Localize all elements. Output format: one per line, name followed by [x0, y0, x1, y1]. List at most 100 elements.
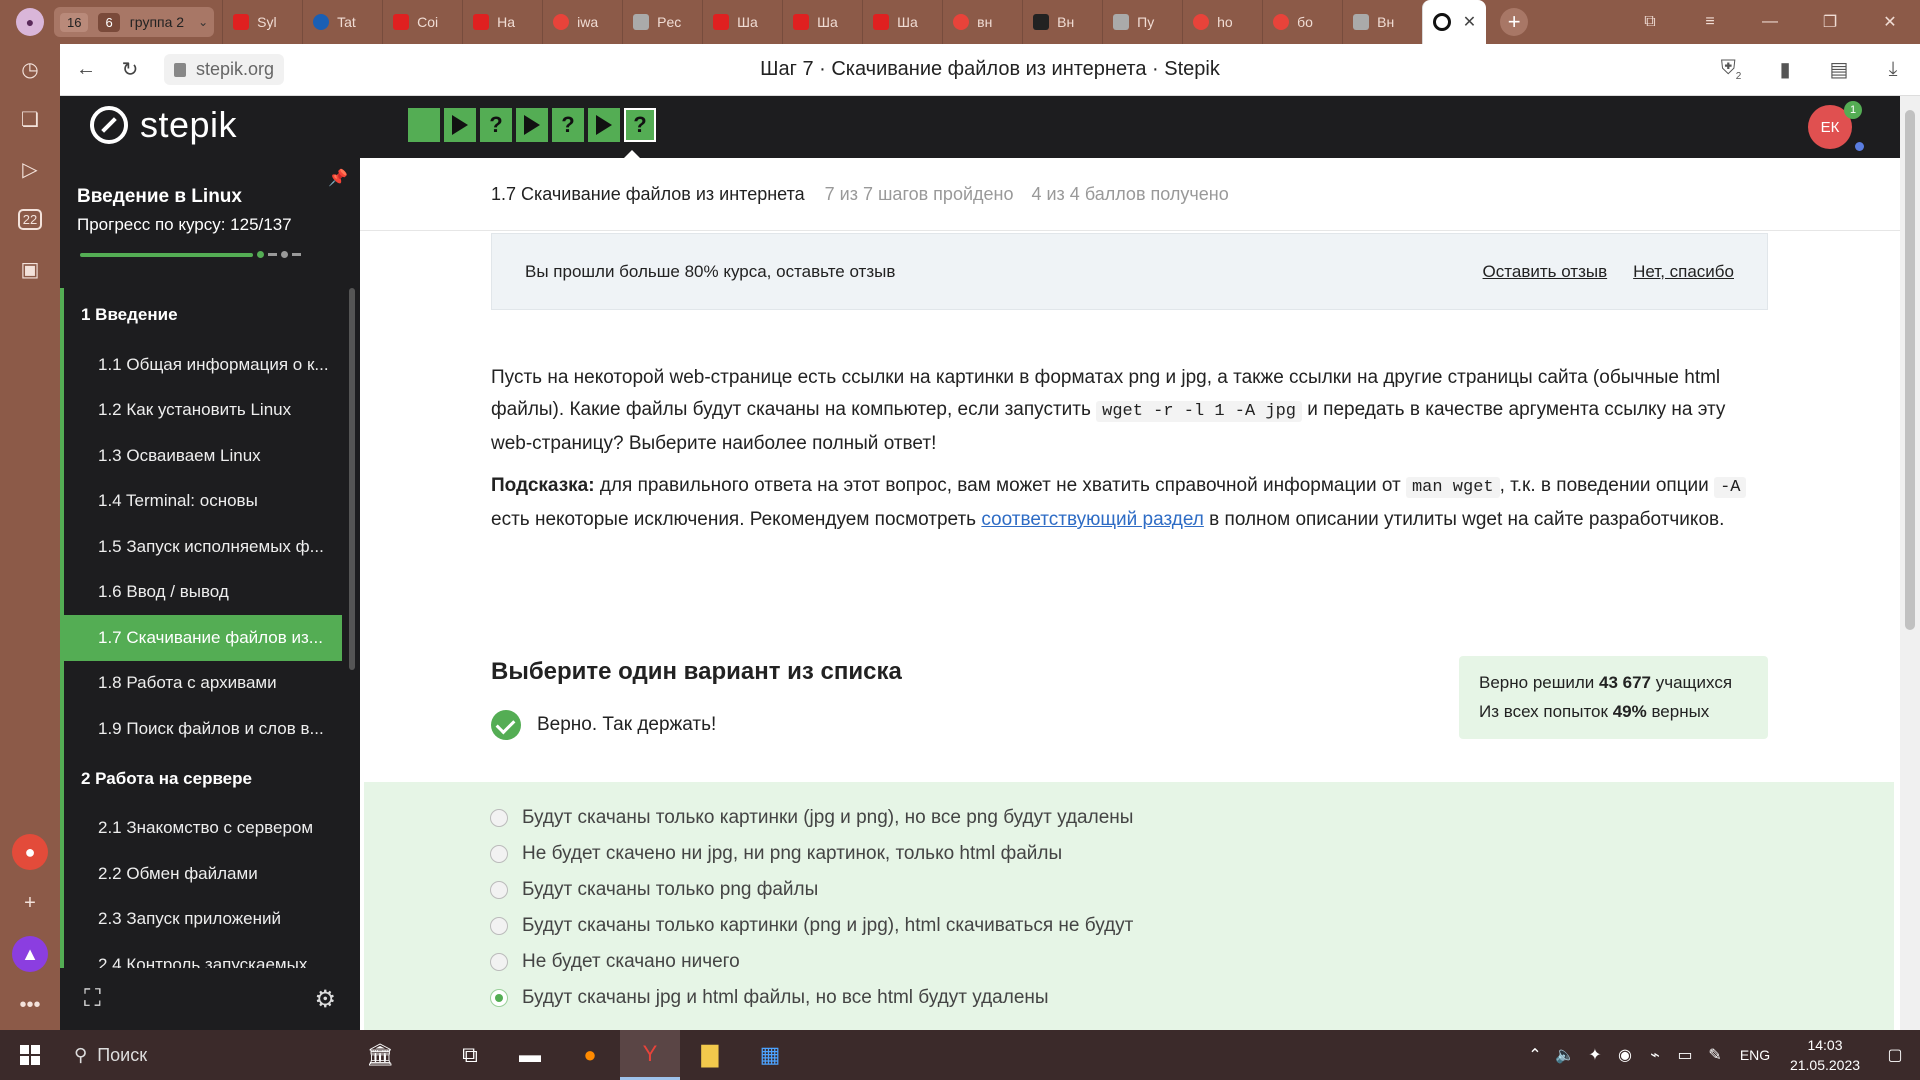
- alice-icon[interactable]: ▲: [12, 936, 48, 972]
- lesson-item[interactable]: 1.8 Работа с архивами: [60, 660, 350, 706]
- collections-icon[interactable]: ❏: [0, 94, 60, 144]
- profile-icon[interactable]: ●: [16, 8, 44, 36]
- windows-start-button[interactable]: [0, 1030, 60, 1080]
- play-icon[interactable]: ▷: [0, 144, 60, 194]
- radio-button[interactable]: [490, 881, 508, 899]
- lesson-item[interactable]: 1.1 Общая информация о к...: [60, 342, 350, 388]
- clock[interactable]: 14:03 21.05.2023: [1780, 1035, 1870, 1075]
- step-video-icon[interactable]: [588, 108, 620, 142]
- menu-icon[interactable]: ≡: [1680, 13, 1740, 31]
- add-panel-icon[interactable]: +: [0, 878, 60, 928]
- lesson-item[interactable]: 1.5 Запуск исполняемых ф...: [60, 524, 350, 570]
- lesson-title[interactable]: 1.7 Скачивание файлов из интернета: [491, 184, 805, 205]
- lesson-item[interactable]: 1.9 Поиск файлов и слов в...: [60, 706, 350, 752]
- browser-tab[interactable]: Ша: [862, 0, 942, 44]
- sidebar-scrollbar[interactable]: [349, 288, 355, 670]
- browser-tab[interactable]: Ша: [702, 0, 782, 44]
- lesson-item[interactable]: 1.3 Осваиваем Linux: [60, 433, 350, 479]
- url-field[interactable]: stepik.org: [164, 54, 285, 85]
- firefox-icon[interactable]: ●: [560, 1030, 620, 1080]
- radio-button[interactable]: [490, 953, 508, 971]
- language-indicator[interactable]: ENG: [1730, 1047, 1780, 1063]
- step-quiz-icon[interactable]: ?: [624, 108, 656, 142]
- module-title[interactable]: 2 Работа на сервере: [60, 751, 350, 806]
- network-icon[interactable]: ⌁: [1640, 1045, 1670, 1065]
- calendar-icon[interactable]: 22: [0, 194, 60, 244]
- step-quiz-icon[interactable]: ?: [552, 108, 584, 142]
- scrollbar-thumb[interactable]: [1905, 110, 1915, 630]
- file-explorer-icon[interactable]: ▇: [680, 1030, 740, 1080]
- browser-tab[interactable]: Вн: [1022, 0, 1102, 44]
- course-title[interactable]: Введение в Linux: [77, 186, 242, 208]
- minimize-icon[interactable]: —: [1740, 13, 1800, 31]
- screenshot-icon[interactable]: ▣: [0, 244, 60, 294]
- browser-tab[interactable]: Вн: [1342, 0, 1422, 44]
- tabs-overview-icon[interactable]: ⧉: [1620, 13, 1680, 31]
- pen-icon[interactable]: ✎: [1700, 1045, 1730, 1065]
- restore-icon[interactable]: ❐: [1800, 12, 1860, 32]
- answer-option[interactable]: Не будет скачено ни jpg, ни png картинок…: [490, 836, 1894, 872]
- task-view-icon[interactable]: ⧉: [440, 1030, 500, 1080]
- stepik-logo[interactable]: stepik: [90, 104, 237, 146]
- browser-tab[interactable]: Ha: [462, 0, 542, 44]
- module-title[interactable]: 1 Введение: [60, 288, 350, 342]
- lesson-item[interactable]: 1.4 Terminal: основы: [60, 478, 350, 524]
- answer-option[interactable]: Будут скачаны только картинки (jpg и png…: [490, 800, 1894, 836]
- no-thanks-link[interactable]: Нет, спасибо: [1633, 262, 1734, 282]
- terminal-icon[interactable]: ▬: [500, 1030, 560, 1080]
- browser-tab[interactable]: ho: [1182, 0, 1262, 44]
- yandex-browser-icon[interactable]: Y: [620, 1030, 680, 1080]
- radio-button[interactable]: [490, 845, 508, 863]
- chevron-down-icon[interactable]: ⌄: [198, 15, 208, 29]
- battery-icon[interactable]: ▭: [1670, 1045, 1700, 1065]
- step-video-icon[interactable]: [444, 108, 476, 142]
- browser-tab[interactable]: Pec: [622, 0, 702, 44]
- step-text-icon[interactable]: [408, 108, 440, 142]
- step-quiz-icon[interactable]: ?: [480, 108, 512, 142]
- answer-option[interactable]: Будут скачаны jpg и html файлы, но все h…: [490, 980, 1894, 1016]
- download-icon[interactable]: ⤓: [1866, 58, 1920, 81]
- notifications-icon[interactable]: ▢: [1870, 1045, 1920, 1065]
- radio-button[interactable]: [490, 989, 508, 1007]
- bookmark-icon[interactable]: ▮: [1758, 57, 1812, 82]
- history-icon[interactable]: ◷: [0, 44, 60, 94]
- lesson-item[interactable]: 2.1 Знакомство с сервером: [60, 805, 350, 851]
- new-tab-button[interactable]: +: [1500, 8, 1529, 36]
- app-icon[interactable]: ●: [12, 834, 48, 870]
- chrome-tray-icon[interactable]: ◉: [1610, 1045, 1640, 1065]
- chevron-up-icon[interactable]: ⌃: [1520, 1045, 1550, 1065]
- answer-option[interactable]: Будут скачаны только картинки (png и jpg…: [490, 908, 1894, 944]
- leave-review-link[interactable]: Оставить отзыв: [1483, 262, 1608, 282]
- fullscreen-icon[interactable]: ⛶: [84, 985, 101, 1013]
- gear-icon[interactable]: ⚙: [314, 985, 336, 1014]
- reader-icon[interactable]: ▤: [1812, 57, 1866, 82]
- app-tray-icon[interactable]: ✦: [1580, 1045, 1610, 1065]
- docs-link[interactable]: соответствующий раздел: [981, 509, 1204, 530]
- lesson-item[interactable]: 1.2 Как установить Linux: [60, 387, 350, 433]
- close-tab-icon[interactable]: ✕: [1463, 12, 1476, 32]
- browser-tab[interactable]: Пу: [1102, 0, 1182, 44]
- protect-icon[interactable]: ⛨2: [1704, 57, 1758, 82]
- browser-tab[interactable]: Ша: [782, 0, 862, 44]
- back-icon[interactable]: ←: [64, 58, 108, 81]
- page-scrollbar[interactable]: [1900, 96, 1920, 1030]
- lesson-item[interactable]: 2.3 Запуск приложений: [60, 896, 350, 942]
- lesson-item[interactable]: 1.6 Ввод / вывод: [60, 569, 350, 615]
- reload-icon[interactable]: ↻: [108, 57, 152, 82]
- answer-option[interactable]: Не будет скачано ничего: [490, 944, 1894, 980]
- search-highlight-icon[interactable]: 🏛: [320, 1030, 440, 1080]
- fiddler-icon[interactable]: ▦: [740, 1030, 800, 1080]
- close-window-icon[interactable]: ✕: [1860, 12, 1920, 32]
- browser-tab[interactable]: Syl: [222, 0, 302, 44]
- browser-tab[interactable]: Coi: [382, 0, 462, 44]
- browser-tab[interactable]: вн: [942, 0, 1022, 44]
- more-icon[interactable]: •••: [0, 980, 60, 1030]
- tab-group[interactable]: 16 6 группа 2 ⌄: [54, 7, 215, 37]
- lesson-item[interactable]: 2.2 Обмен файлами: [60, 851, 350, 897]
- volume-icon[interactable]: 🔈: [1550, 1045, 1580, 1065]
- radio-button[interactable]: [490, 917, 508, 935]
- answer-option[interactable]: Будут скачаны только png файлы: [490, 872, 1894, 908]
- browser-tab-active[interactable]: ✕: [1422, 0, 1487, 44]
- taskbar-search[interactable]: ⚲ Поиск: [60, 1030, 320, 1080]
- pin-icon[interactable]: 📌: [328, 168, 348, 188]
